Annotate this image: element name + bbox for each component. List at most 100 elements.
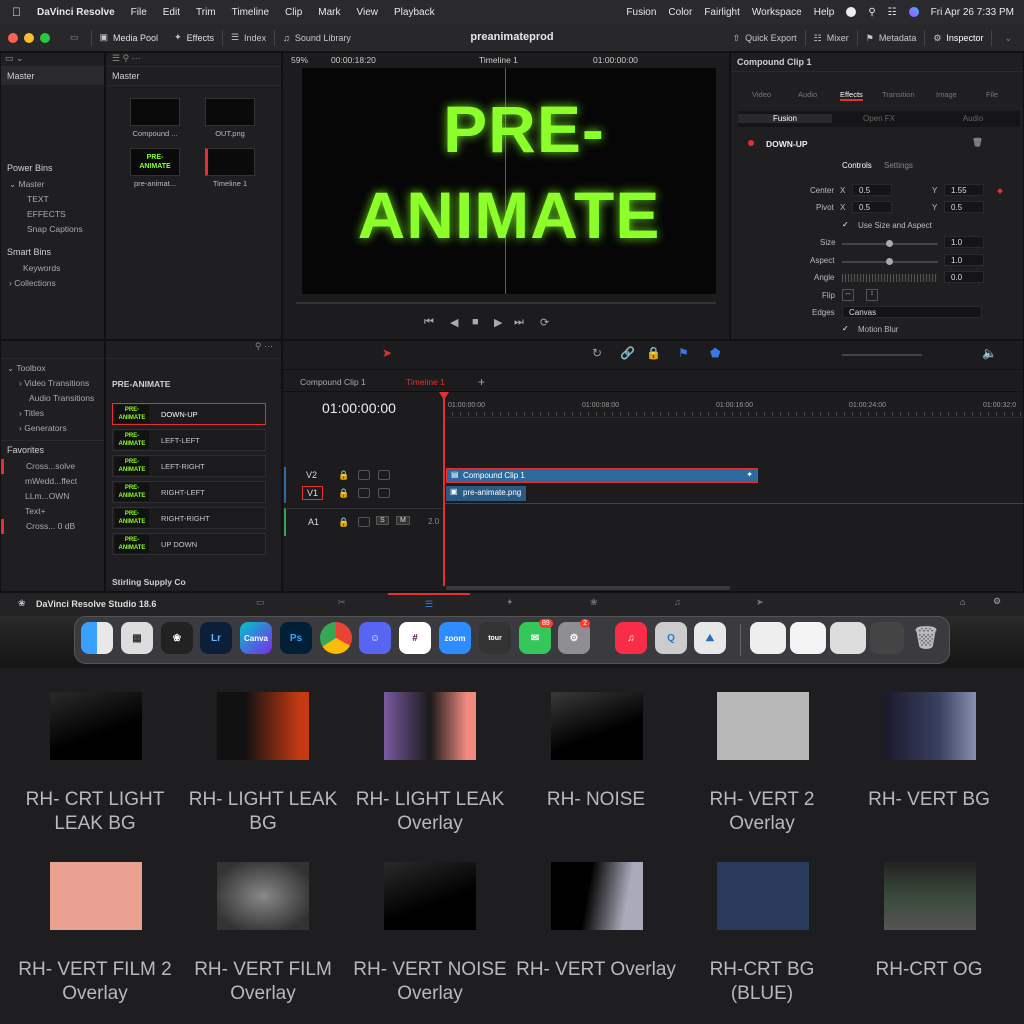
track-lock-icon[interactable]: 🔒	[338, 517, 349, 528]
preset-thumb-vert-overlay[interactable]	[551, 862, 643, 930]
menu-fusion[interactable]: Fusion	[626, 7, 656, 18]
pivot-y-field[interactable]: 0.5	[944, 201, 984, 213]
smart-bin-keywords[interactable]: Keywords	[9, 261, 104, 276]
clip-thumb-preanimate[interactable]: PRE- ANIMATE	[130, 148, 180, 176]
quick-export-button[interactable]: ⇧ Quick Export	[725, 33, 805, 44]
go-to-start-icon[interactable]: ⏮	[424, 316, 434, 329]
titles-item[interactable]: › Titles	[7, 406, 104, 421]
lightroom-icon[interactable]: Lr	[200, 622, 232, 654]
photoshop-icon[interactable]: Ps	[280, 622, 312, 654]
page-cut-icon[interactable]: ✂	[338, 597, 346, 608]
clip-compound-v2[interactable]: ▤ Compound Clip 1 ✦	[446, 468, 758, 483]
search-icon[interactable]: ⚲	[868, 7, 875, 18]
solo-button[interactable]: S	[376, 516, 389, 525]
track-visibility-icon[interactable]	[378, 470, 390, 480]
launchpad-icon[interactable]: ▦	[121, 622, 153, 654]
monitor-icon[interactable]: ▭	[70, 32, 79, 43]
snapping-icon[interactable]: ↻	[592, 346, 602, 360]
menu-workspace[interactable]: Workspace	[752, 7, 802, 18]
size-slider-knob[interactable]	[886, 240, 893, 247]
favorite-item[interactable]: Cross... 0 dB	[1, 519, 104, 534]
lock-icon[interactable]: 🔒	[646, 346, 661, 360]
menu-timeline[interactable]: Timeline	[232, 7, 269, 18]
aspect-field[interactable]: 1.0	[944, 254, 984, 266]
generators-item[interactable]: › Generators	[7, 421, 104, 436]
clock[interactable]: Fri Apr 26 7:33 PM	[931, 7, 1014, 18]
tab-image[interactable]: Image	[936, 90, 957, 99]
preset-thumb-crt-og[interactable]	[884, 862, 976, 930]
metadata-button[interactable]: ⚑ Metadata	[858, 33, 925, 44]
preset-right-left[interactable]: PRE- ANIMATE RIGHT-LEFT	[112, 481, 266, 503]
page-fairlight-icon[interactable]: ♫	[674, 597, 681, 607]
stop-icon[interactable]: ■	[472, 316, 479, 328]
keyframe-active-icon[interactable]	[997, 188, 1003, 194]
close-window-button[interactable]	[8, 32, 18, 43]
page-deliver-icon[interactable]: ➤	[756, 597, 764, 608]
menu-clip[interactable]: Clip	[285, 7, 302, 18]
use-size-aspect-checkbox[interactable]: ✓	[842, 220, 849, 229]
preset-thumb-vert-film-overlay[interactable]	[217, 862, 309, 930]
favorite-item[interactable]: mWedd...ffect	[9, 474, 104, 489]
menu-help[interactable]: Help	[814, 7, 835, 18]
record-icon[interactable]	[846, 7, 857, 17]
page-media-icon[interactable]: ▭	[256, 597, 265, 608]
toolbox-item[interactable]: ⌄ Toolbox	[7, 361, 104, 376]
chrome-icon[interactable]	[320, 622, 352, 654]
menu-trim[interactable]: Trim	[196, 7, 216, 18]
center-y-field[interactable]: 1.55	[944, 184, 984, 196]
tab-settings[interactable]: Settings	[884, 161, 913, 170]
recent-window-icon[interactable]	[790, 622, 826, 654]
preset-left-right[interactable]: PRE- ANIMATE LEFT-RIGHT	[112, 455, 266, 477]
tab-video[interactable]: Video	[752, 90, 771, 99]
davinci-resolve-icon[interactable]: ❀	[161, 622, 193, 654]
preset-up-down[interactable]: PRE- ANIMATE UP DOWN	[112, 533, 266, 555]
preset-left-left[interactable]: PRE- ANIMATE LEFT-LEFT	[112, 429, 266, 451]
delete-effect-icon[interactable]: 🗑	[972, 137, 983, 148]
preset-thumb-vert-2-overlay[interactable]	[717, 692, 809, 760]
zoom-level[interactable]: 59%	[291, 55, 308, 65]
preset-thumb-noise[interactable]	[551, 692, 643, 760]
center-x-field[interactable]: 0.5	[852, 184, 892, 196]
track-label-v1[interactable]: V1	[302, 486, 324, 500]
preset-thumb-vert-noise-overlay[interactable]	[384, 862, 476, 930]
viewer-timeline-select[interactable]: Timeline 1	[479, 55, 518, 65]
power-bin-text[interactable]: TEXT	[9, 192, 104, 207]
loop-icon[interactable]: ⟳	[540, 316, 549, 329]
master-bin[interactable]: Master	[1, 67, 104, 85]
viewer-scrubber[interactable]	[296, 302, 716, 304]
tab-effects[interactable]: Effects	[840, 90, 863, 101]
menu-color[interactable]: Color	[668, 7, 692, 18]
tab-compound-clip[interactable]: Compound Clip 1	[300, 377, 366, 387]
siri-icon[interactable]	[908, 7, 919, 17]
link-icon[interactable]: 🔗	[620, 346, 635, 360]
app-menu[interactable]: DaVinci Resolve	[37, 7, 115, 18]
menu-mark[interactable]: Mark	[318, 7, 340, 18]
preset-thumb-vert-film-2-overlay[interactable]	[50, 862, 142, 930]
media-pool-button[interactable]: ▣ Media Pool	[92, 32, 167, 43]
effect-enabled-icon[interactable]	[748, 140, 754, 146]
tab-audio[interactable]: Audio	[798, 90, 817, 99]
canva-icon[interactable]: Canva	[240, 622, 272, 654]
edges-select[interactable]: Canvas	[842, 306, 982, 318]
play-icon[interactable]: ▶	[494, 316, 502, 329]
settings-gear-icon[interactable]: ⚙	[993, 596, 1001, 607]
tab-timeline-1[interactable]: Timeline 1	[406, 377, 445, 387]
clip-image-v1[interactable]: ▣ pre-animate.png	[446, 486, 526, 501]
preset-right-right[interactable]: PRE- ANIMATE RIGHT-RIGHT	[112, 507, 266, 529]
sound-library-button[interactable]: ♫ Sound Library	[275, 33, 359, 43]
music-app-icon[interactable]: ♫	[615, 622, 647, 654]
volume-icon[interactable]: 🔈	[982, 346, 997, 360]
selection-tool-icon[interactable]: ➤	[382, 346, 392, 360]
timeline-scrollbar[interactable]	[446, 586, 730, 590]
menu-view[interactable]: View	[357, 7, 379, 18]
recent-window-icon[interactable]	[750, 622, 786, 654]
subtab-openfx[interactable]: Open FX	[832, 114, 926, 123]
favorite-item[interactable]: Cross...solve	[1, 459, 104, 474]
playhead[interactable]	[443, 394, 445, 586]
menu-playback[interactable]: Playback	[394, 7, 435, 18]
preset-thumb-crt-light-leak[interactable]	[50, 692, 142, 760]
track-visibility-icon[interactable]	[378, 488, 390, 498]
finder-icon[interactable]	[81, 622, 113, 654]
inspector-button[interactable]: ⚙ Inspector	[925, 33, 991, 44]
track-auto-select-icon[interactable]	[358, 488, 370, 498]
